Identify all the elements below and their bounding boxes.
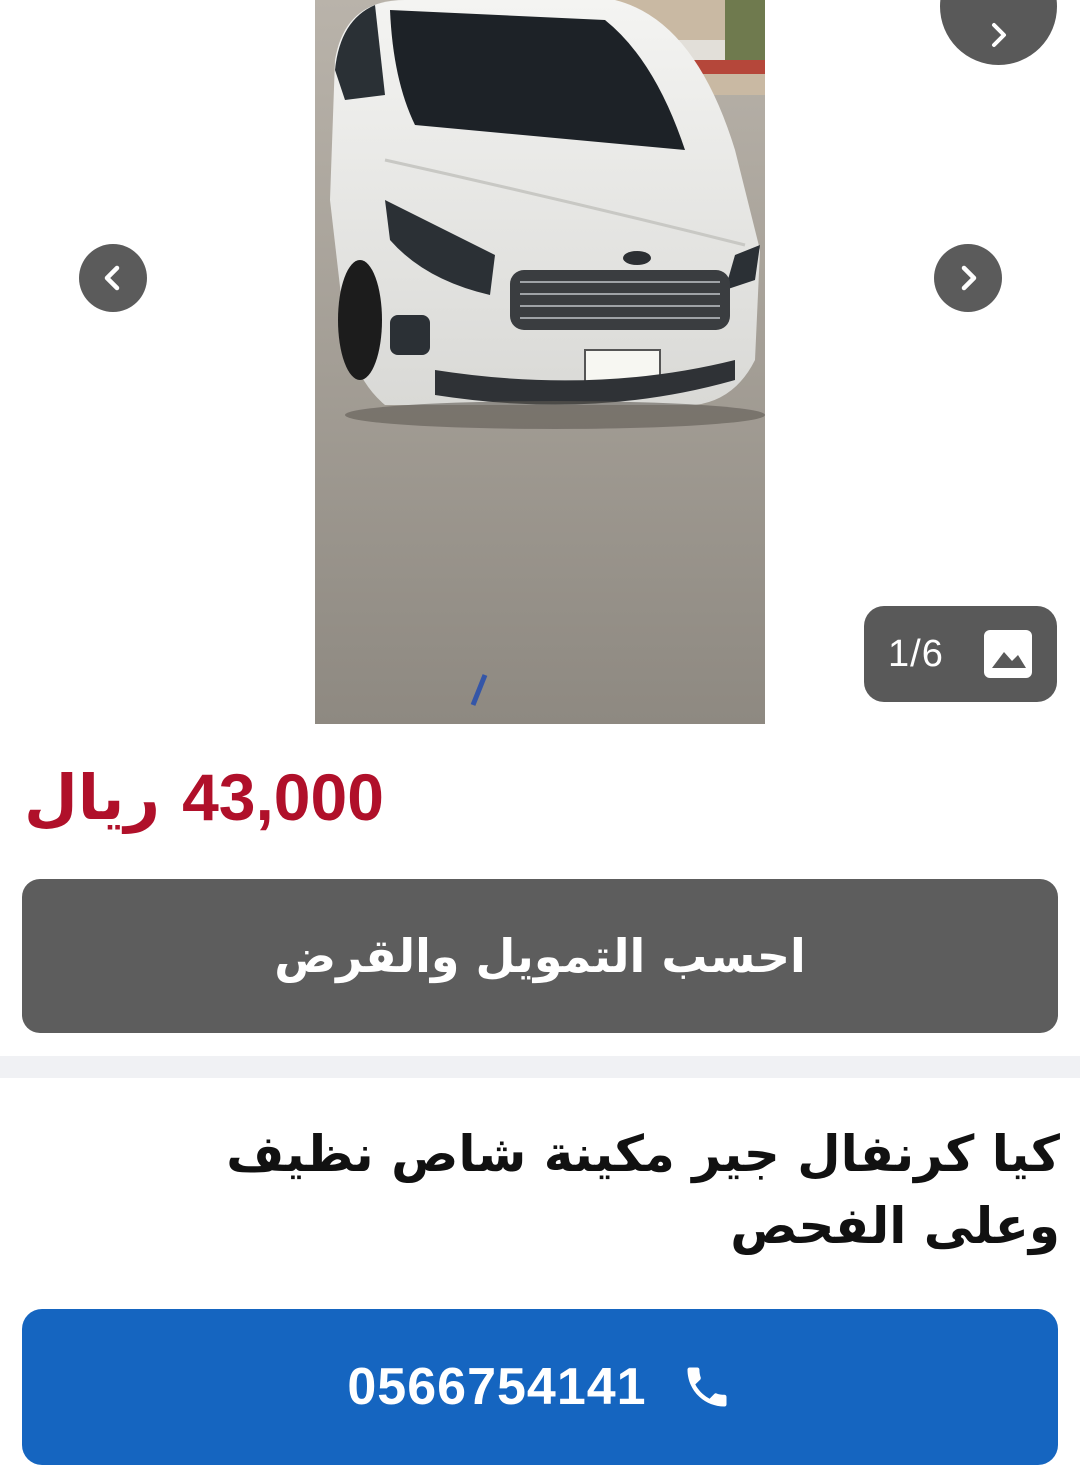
carousel-next-button[interactable] [934, 244, 1002, 312]
carousel-prev-button[interactable] [79, 244, 147, 312]
price-value: 43,000 [182, 760, 384, 834]
listing-title: كيا كرنفال جير مكينة شاص نظيف وعلى الفحص [226, 1125, 1060, 1255]
image-icon [984, 630, 1032, 678]
calculate-finance-button[interactable]: احسب التمويل والقرض [22, 879, 1058, 1033]
image-counter-badge[interactable]: 1/6 [864, 606, 1057, 702]
section-divider [0, 1056, 1080, 1078]
listing-photo[interactable] [315, 0, 765, 724]
call-phone-button[interactable]: 0566754141 [22, 1309, 1058, 1465]
chevron-left-icon [104, 265, 120, 291]
phone-number: 0566754141 [347, 1358, 647, 1416]
chevron-right-icon [961, 265, 977, 291]
listing-price: ريال 43,000 [24, 752, 384, 842]
price-currency: ريال [24, 760, 161, 834]
car-photo-illustration [315, 0, 765, 724]
phone-icon [681, 1361, 733, 1413]
carousel-next-button-top[interactable] [940, 0, 1057, 65]
image-counter-text: 1/6 [888, 632, 944, 675]
image-gallery: 1/6 [0, 0, 1080, 724]
chevron-right-icon [991, 22, 1006, 47]
